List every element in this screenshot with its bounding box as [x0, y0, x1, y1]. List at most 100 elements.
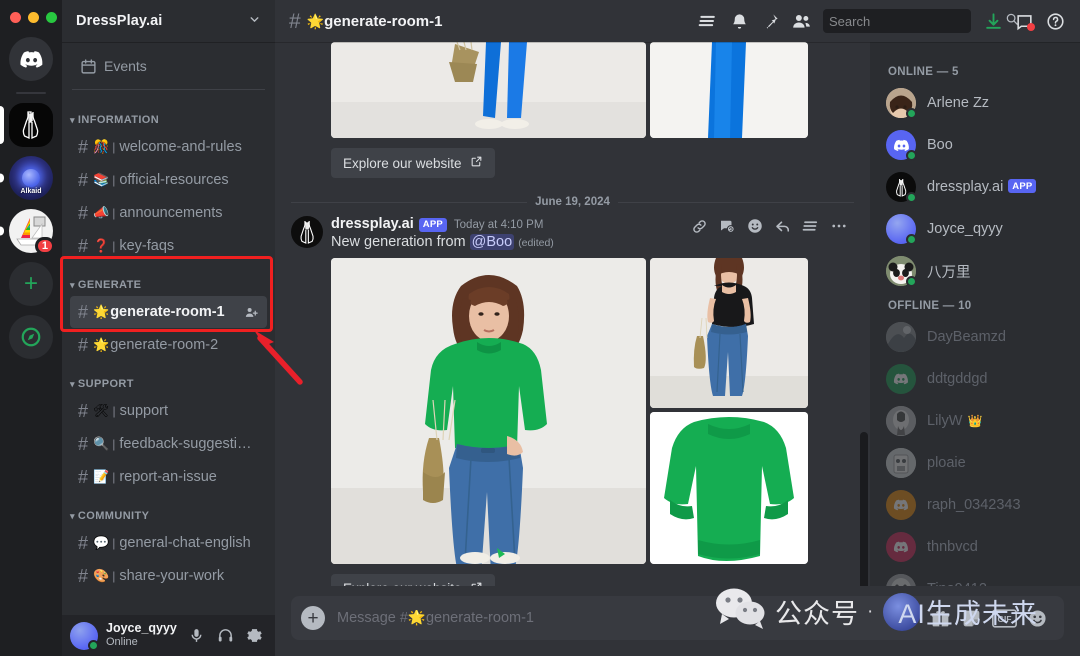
gift-icon[interactable]: [930, 608, 951, 629]
category-label: INFORMATION: [77, 114, 160, 126]
headphones-icon[interactable]: [212, 623, 238, 649]
user-panel-controls: [183, 623, 267, 649]
attachment-image-garment[interactable]: [650, 411, 808, 564]
message-scroller[interactable]: Explore our website June 19, 2024 dressp…: [275, 42, 870, 586]
attachment-image-model-full[interactable]: [331, 257, 646, 564]
date-divider: June 19, 2024: [291, 196, 854, 208]
member-row-bawanli[interactable]: 八万里: [878, 250, 1072, 292]
link-icon[interactable]: [686, 213, 712, 239]
server-unread-indicator: [0, 173, 4, 183]
member-row-dressplay-ai[interactable]: dressplay.ai APP: [878, 166, 1072, 208]
sidebar-item-official-resources[interactable]: # 📚 | official-resources: [70, 164, 267, 196]
server-rail-item-dressplay-ai[interactable]: [0, 103, 53, 147]
avatar[interactable]: [70, 621, 99, 651]
member-row-boo[interactable]: Boo: [878, 124, 1072, 166]
attach-file-button[interactable]: +: [301, 606, 325, 630]
attachment-image-secondary[interactable]: [650, 42, 808, 138]
search-box[interactable]: [823, 9, 1018, 33]
sidebar-item-key-faqs[interactable]: # ❓ | key-faqs: [70, 230, 267, 262]
message-timestamp: Today at 4:10 PM: [453, 219, 544, 231]
sidebar-item-general-chat-english[interactable]: # 💬 | general-chat-english: [70, 527, 267, 559]
explore-servers-button[interactable]: [9, 315, 53, 359]
member-row-thnbvcd[interactable]: thnbvcd: [878, 526, 1072, 568]
channel-name: welcome-and-rules: [119, 139, 242, 155]
add-server-button[interactable]: +: [9, 262, 53, 306]
sidebar-item-announcements[interactable]: # 📣 | announcements: [70, 197, 267, 229]
member-row-daybeamzd[interactable]: DayBeamzd: [878, 316, 1072, 358]
window-close-button[interactable]: [10, 12, 21, 23]
pinned-messages-icon[interactable]: [755, 6, 785, 36]
gif-icon[interactable]: GIF: [992, 608, 1017, 628]
sidebar-item-generate-room-1[interactable]: # 🌟 generate-room-1: [70, 296, 267, 328]
avatar[interactable]: [291, 216, 323, 248]
inbox-icon[interactable]: [1009, 6, 1039, 36]
user-mention[interactable]: @Boo: [469, 233, 515, 250]
chevron-down-icon: [248, 13, 261, 29]
channel-name: key-faqs: [119, 238, 175, 254]
threads-icon[interactable]: [693, 6, 723, 36]
avatar: [886, 130, 917, 161]
member-row-raph-0342343[interactable]: raph_0342343: [878, 484, 1072, 526]
help-icon[interactable]: [1040, 6, 1070, 36]
attachment-image-model-original[interactable]: [650, 257, 808, 408]
microphone-icon[interactable]: [183, 623, 209, 649]
server-rail-item-sailboat[interactable]: 1: [0, 209, 55, 255]
member-row-arlene-zz[interactable]: Arlene Zz: [878, 82, 1072, 124]
reaction-add-icon[interactable]: [714, 213, 740, 239]
member-row-lilyw[interactable]: LilyW 👑: [878, 400, 1072, 442]
avatar: [886, 214, 917, 245]
user-panel-names[interactable]: Joyce_qyyy Online: [106, 621, 183, 649]
category-support[interactable]: ▾ SUPPORT: [62, 362, 275, 394]
member-row-tina9412[interactable]: Tina9412: [878, 568, 1072, 586]
online-status-indicator: [906, 192, 917, 203]
more-options-icon[interactable]: [826, 213, 852, 239]
member-row-joyce-qyyy[interactable]: Joyce_qyyy: [878, 208, 1072, 250]
message-hover-toolbar: [686, 213, 852, 239]
emoji-picker-icon[interactable]: [1027, 608, 1048, 629]
dress-logo-icon: [22, 111, 39, 140]
chevron-down-icon: ▾: [70, 378, 75, 389]
attachment-image-main[interactable]: [331, 42, 646, 138]
create-invite-icon[interactable]: [244, 305, 259, 320]
window-maximize-button[interactable]: [46, 12, 57, 23]
message-author[interactable]: dressplay.ai: [331, 216, 414, 232]
notification-bell-icon[interactable]: [724, 6, 754, 36]
avatar: [886, 322, 916, 352]
reply-icon[interactable]: [770, 213, 796, 239]
category-community[interactable]: ▾ COMMUNITY: [62, 494, 275, 526]
settings-gear-icon[interactable]: [241, 623, 267, 649]
user-panel: Joyce_qyyy Online: [62, 615, 275, 656]
server-rail-item-direct-messages[interactable]: [9, 37, 53, 81]
explore-website-button-main[interactable]: Explore our website: [331, 573, 495, 586]
category-information[interactable]: ▾ INFORMATION: [62, 98, 275, 130]
server-unread-indicator: [0, 226, 4, 236]
explore-website-button-top[interactable]: Explore our website: [331, 148, 495, 178]
emoji-icon[interactable]: [742, 213, 768, 239]
sidebar-item-report-an-issue[interactable]: # 📝 | report-an-issue: [70, 461, 267, 493]
sidebar-item-share-your-work[interactable]: # 🎨 | share-your-work: [70, 560, 267, 592]
message-composer[interactable]: + GIF: [291, 596, 1064, 640]
member-row-ploaie[interactable]: ploaie: [878, 442, 1072, 484]
avatar: [886, 88, 917, 119]
sidebar-item-feedback-suggestions[interactable]: # 🔍 | feedback-suggestio…: [70, 428, 267, 460]
message-scrollbar-thumb[interactable]: [860, 432, 868, 586]
sidebar-item-events[interactable]: Events: [70, 51, 267, 81]
sidebar-item-welcome-and-rules[interactable]: # 🎊 | welcome-and-rules: [70, 131, 267, 163]
sidebar-item-support[interactable]: # 🛠 | support: [70, 395, 267, 427]
avatar: [886, 490, 916, 520]
window-minimize-button[interactable]: [28, 12, 39, 23]
avatar: [886, 364, 916, 394]
server-rail-item-alkaid[interactable]: Alkaid: [0, 156, 53, 200]
category-label: COMMUNITY: [77, 510, 150, 522]
hash-icon: #: [78, 401, 89, 421]
sticker-icon[interactable]: [961, 608, 982, 629]
inbox-download-icon[interactable]: [978, 6, 1008, 36]
member-row-ddtgddgd[interactable]: ddtgddgd: [878, 358, 1072, 400]
category-generate[interactable]: ▾ GENERATE: [62, 263, 275, 295]
member-name: Arlene Zz: [927, 95, 990, 111]
sidebar-item-generate-room-2[interactable]: # 🌟 generate-room-2: [70, 329, 267, 361]
members-icon[interactable]: [786, 6, 816, 36]
thread-icon[interactable]: [798, 213, 824, 239]
server-header[interactable]: DressPlay.ai: [62, 0, 275, 42]
message-input[interactable]: [337, 610, 930, 626]
